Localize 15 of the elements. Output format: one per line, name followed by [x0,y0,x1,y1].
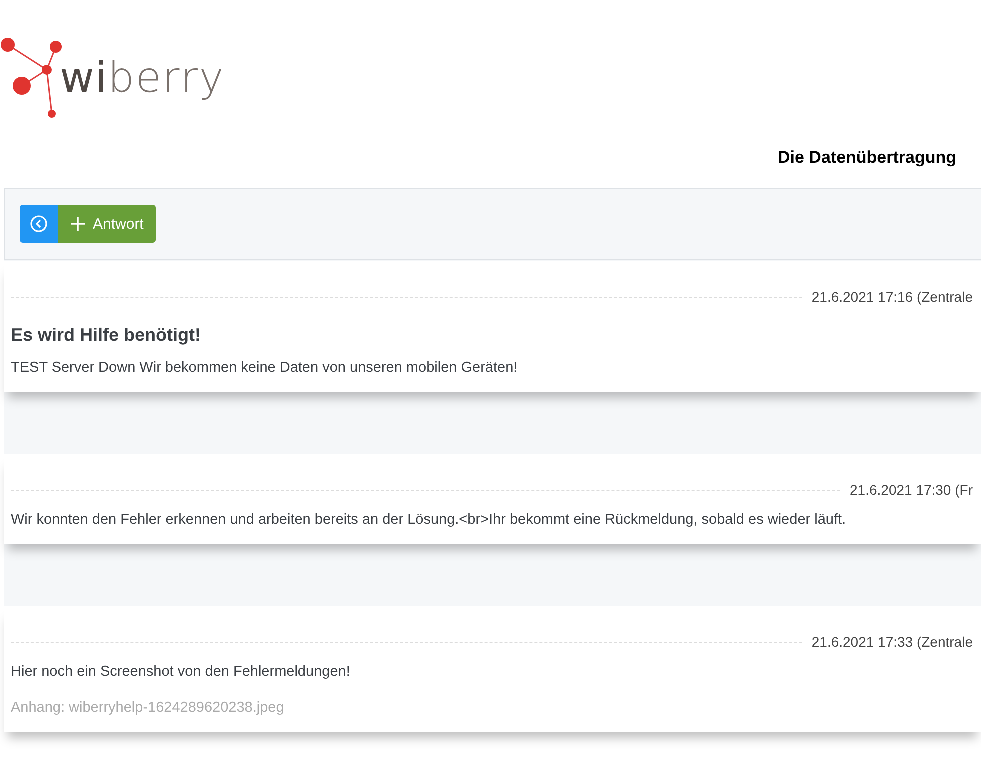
molecule-icon [0,35,62,119]
reply-button[interactable]: Antwort [58,205,156,243]
attachment-text: Anhang: wiberryhelp-1624289620238.jpeg [11,700,286,716]
message-date: 21.6.2021 17:33 (Zentrale [812,634,973,650]
message-date: 21.6.2021 17:30 (Fr [850,482,973,498]
page-title: Die Datenübertragung [777,147,958,169]
plus-icon [70,216,86,232]
message-date: 21.6.2021 17:16 (Zentrale [812,289,973,305]
message-text: TEST Server Down Wir bekommen keine Daten von unseren mobilen Geräten! [11,360,519,376]
message-text: Hier noch ein Screenshot von den Fehlermeldungen! [11,664,352,680]
message-subject: Es wird Hilfe benötigt! [11,325,202,346]
back-icon [30,215,48,233]
logo-text: wiberry [60,52,225,102]
back-button[interactable] [20,205,58,243]
message-text: Wir konnten den Fehler erkennen und arbeiten bereits an der Lösung.<br>Ihr bekommt eine Rückmeldung, sobald es wieder läuft. [11,512,848,528]
